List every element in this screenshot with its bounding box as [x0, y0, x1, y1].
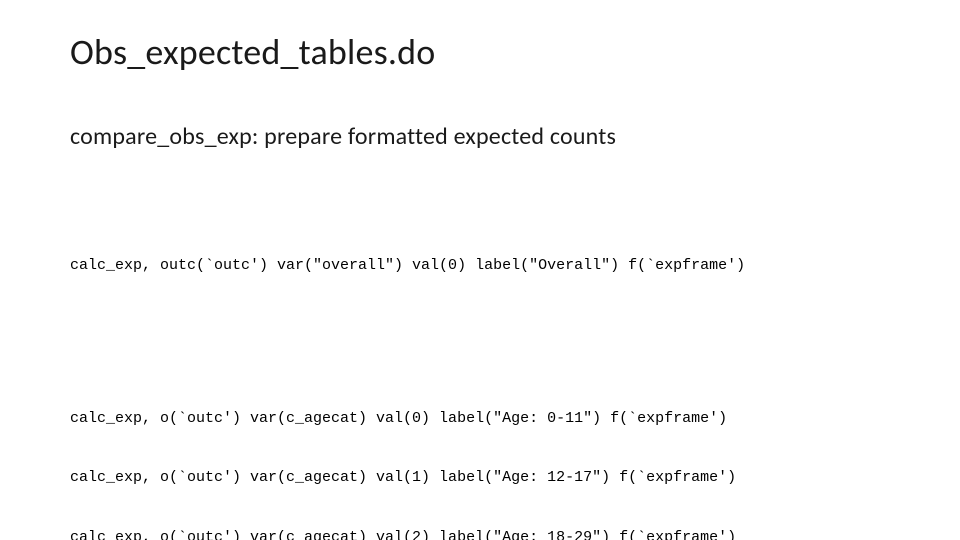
page-title: Obs_expected_tables.do — [70, 30, 900, 74]
code-line: calc_exp, outc(`outc') var("overall") va… — [70, 256, 900, 276]
code-line: calc_exp, o(`outc') var(c_agecat) val(2)… — [70, 528, 900, 540]
slide: Obs_expected_tables.do compare_obs_exp: … — [0, 0, 960, 540]
code-block: calc_exp, outc(`outc') var("overall") va… — [70, 175, 900, 540]
code-line: calc_exp, o(`outc') var(c_agecat) val(1)… — [70, 468, 900, 488]
code-group-agecat: calc_exp, o(`outc') var(c_agecat) val(0)… — [70, 369, 900, 540]
code-line: calc_exp, o(`outc') var(c_agecat) val(0)… — [70, 409, 900, 429]
section-subtitle: compare_obs_exp: prepare formatted expec… — [70, 122, 900, 151]
code-group-overall: calc_exp, outc(`outc') var("overall") va… — [70, 217, 900, 316]
